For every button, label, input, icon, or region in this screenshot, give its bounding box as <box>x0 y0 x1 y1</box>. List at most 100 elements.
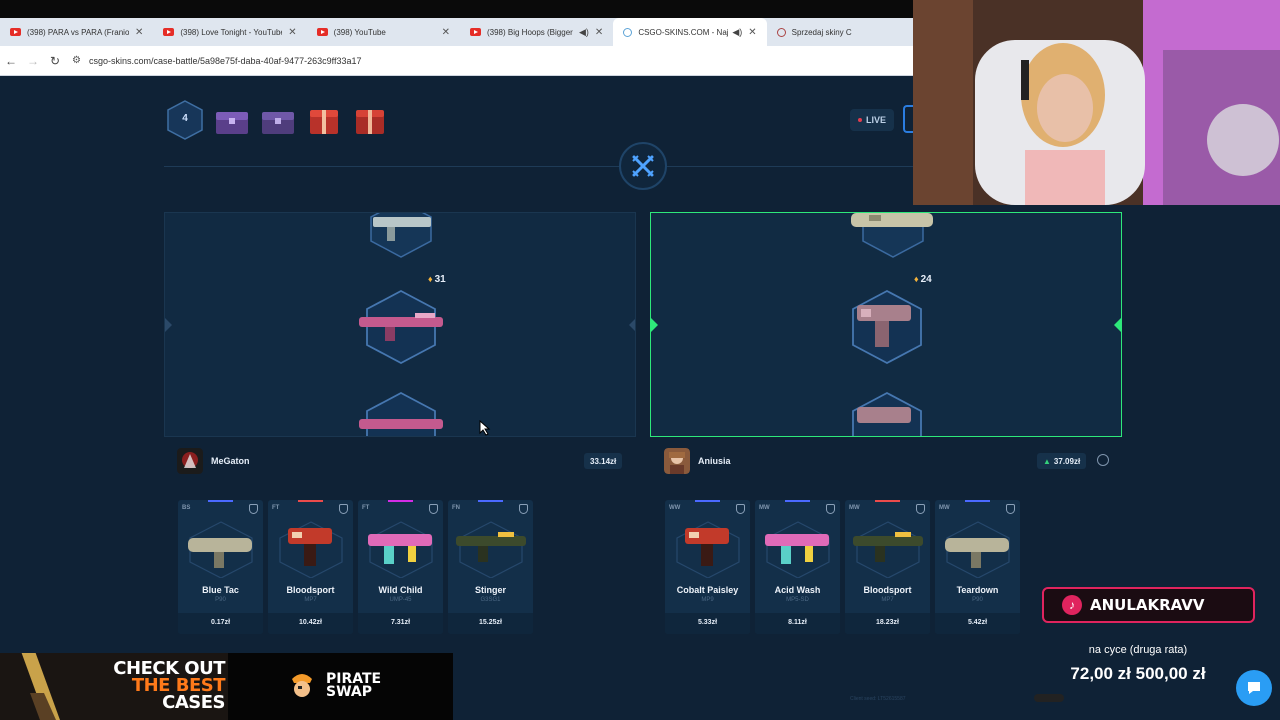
rarity-line <box>785 500 810 502</box>
item-price: 5.42zł <box>967 619 988 626</box>
spinner-count: ♦ 24 <box>914 274 932 285</box>
item-card[interactable]: MW Teardown P90 5.42zł <box>935 500 1020 634</box>
shield-icon[interactable] <box>826 504 835 514</box>
browser-tab-4[interactable]: (398) Big Hoops (Bigger the◀)✕ <box>460 18 613 46</box>
case-count-badge: 4 <box>166 100 204 140</box>
crossed-swords-icon <box>619 142 667 190</box>
rarity-line <box>298 500 323 502</box>
youtube-icon <box>469 28 481 36</box>
coin-icon: ♦ <box>428 274 433 284</box>
shield-icon[interactable] <box>429 504 438 514</box>
shield-icon[interactable] <box>339 504 348 514</box>
address-bar: ← → ↻ ⚙ csgo-skins.com/case-battle/5a98e… <box>0 46 920 76</box>
pirate-swap-text: PIRATE SWAP <box>326 671 382 700</box>
speaker-icon[interactable]: ◀) <box>732 27 742 38</box>
browser-tab-6[interactable]: Sprzedaj skiny C <box>767 18 920 46</box>
spinner-count: ♦ 31 <box>428 274 446 285</box>
weapon-skin-image <box>368 521 433 578</box>
browser-tab-bar: (398) PARA vs PARA (Franio, Oli✕ (398) L… <box>0 18 920 46</box>
item-price: 0.17zł <box>210 619 231 626</box>
weapon-skin-image <box>676 521 740 578</box>
youtube-icon <box>10 28 21 36</box>
item-card[interactable]: MW Bloodsport MP7 18.23zł <box>845 500 930 634</box>
tab-close-icon[interactable]: ✕ <box>748 27 756 38</box>
player-2-total: ▲ 37.09zł <box>1037 453 1087 469</box>
item-name: Wild Child <box>378 585 423 595</box>
back-icon[interactable]: ← <box>0 54 22 68</box>
avatar[interactable] <box>664 448 690 474</box>
item-card[interactable]: FT Wild Child UMP-45 7.31zł <box>358 500 443 634</box>
reload-icon[interactable]: ↻ <box>44 54 66 68</box>
rarity-line <box>695 500 720 502</box>
shield-icon[interactable] <box>916 504 925 514</box>
item-price: 15.25zł <box>479 619 502 626</box>
weapon-skin-image <box>853 521 923 578</box>
tab-close-icon[interactable]: ✕ <box>135 27 143 38</box>
item-condition: BS <box>182 505 191 511</box>
item-card[interactable]: FN Stinger G3SG1 15.25zł <box>448 500 533 634</box>
shield-icon[interactable] <box>736 504 745 514</box>
spinner-panel-player-1: ♦ 31 <box>164 212 636 437</box>
player-name[interactable]: MeGaton <box>211 456 250 466</box>
item-weapon-type: UMP-45 <box>389 597 412 603</box>
tab-close-icon[interactable]: ✕ <box>288 27 296 38</box>
spinner-item-smg <box>851 213 933 258</box>
speaker-icon[interactable]: ◀) <box>579 27 589 38</box>
live-button[interactable]: LIVE <box>850 109 894 131</box>
tiktok-icon: ♪ <box>1062 595 1082 615</box>
case-red-crate-icon[interactable] <box>305 108 343 136</box>
item-condition: MW <box>939 505 950 511</box>
case-purple-chest-icon[interactable] <box>213 108 251 136</box>
spinner-marker-left <box>165 318 172 332</box>
case-purple-chest-icon[interactable] <box>259 108 297 136</box>
item-name: Blue Tac <box>202 585 239 595</box>
item-card[interactable]: FT Bloodsport MP7 10.42zł <box>268 500 353 634</box>
browser-tab-5[interactable]: CSGO-SKINS.COM - Najlep◀)✕ <box>613 18 767 46</box>
donation-progress <box>1034 694 1064 702</box>
shield-icon[interactable] <box>519 504 528 514</box>
url-field[interactable]: ⚙ csgo-skins.com/case-battle/5a98e75f-da… <box>72 51 772 71</box>
item-price: 8.11zł <box>788 619 807 626</box>
avatar[interactable] <box>177 448 203 474</box>
item-name: Bloodsport <box>863 585 912 595</box>
rarity-line <box>388 500 413 502</box>
chat-bubble-icon[interactable] <box>1236 670 1272 706</box>
rarity-line <box>965 500 990 502</box>
item-card[interactable]: BS Blue Tac P90 0.17zł <box>178 500 263 634</box>
emoji-icon[interactable] <box>1097 454 1109 466</box>
item-name: Cobalt Paisley <box>676 585 739 595</box>
csgo-skins-icon <box>623 27 633 37</box>
site-icon <box>776 27 786 37</box>
promo-text: CHECK OUT THE BEST CASES <box>113 658 225 713</box>
item-condition: FT <box>272 505 280 511</box>
shield-icon[interactable] <box>1006 504 1015 514</box>
player-1-header: MeGaton <box>177 446 250 476</box>
item-price: 5.33zł <box>697 619 718 626</box>
item-card[interactable]: MW Acid Wash MP5-SD 8.11zł <box>755 500 840 634</box>
site-settings-icon[interactable]: ⚙ <box>72 55 81 66</box>
browser-tab-2[interactable]: (398) Love Tonight - YouTube ✕ <box>153 18 306 46</box>
tab-close-icon[interactable]: ✕ <box>595 27 603 38</box>
forward-icon[interactable]: → <box>22 54 44 68</box>
weapon-skin-image <box>188 521 253 578</box>
case-red-crate-icon[interactable] <box>351 108 389 136</box>
player-name[interactable]: Aniusia <box>698 456 731 466</box>
webcam-overlay <box>913 0 1280 205</box>
browser-tab-3[interactable]: (398) YouTube ✕ <box>307 18 460 46</box>
browser-tab-1[interactable]: (398) PARA vs PARA (Franio, Oli✕ <box>0 18 153 46</box>
weapon-skin-image <box>456 521 526 578</box>
item-price: 7.31zł <box>390 619 411 626</box>
item-condition: MW <box>759 505 770 511</box>
player-2-header: Aniusia <box>664 446 731 476</box>
item-weapon-type: G3SG1 <box>480 597 501 603</box>
rarity-line <box>875 500 900 502</box>
item-weapon-type: MP7 <box>881 597 894 603</box>
item-price: 18.23zł <box>876 619 899 626</box>
spinner-item-center <box>359 289 443 365</box>
tab-close-icon[interactable]: ✕ <box>442 27 450 38</box>
item-card[interactable]: WW Cobalt Paisley MP9 5.33zł <box>665 500 750 634</box>
shield-icon[interactable] <box>249 504 258 514</box>
item-name: Teardown <box>956 585 999 595</box>
client-seed: Client seed: LT52615587 <box>850 696 906 702</box>
tiktok-badge: ♪ ANULAKRAVV <box>1042 587 1255 623</box>
